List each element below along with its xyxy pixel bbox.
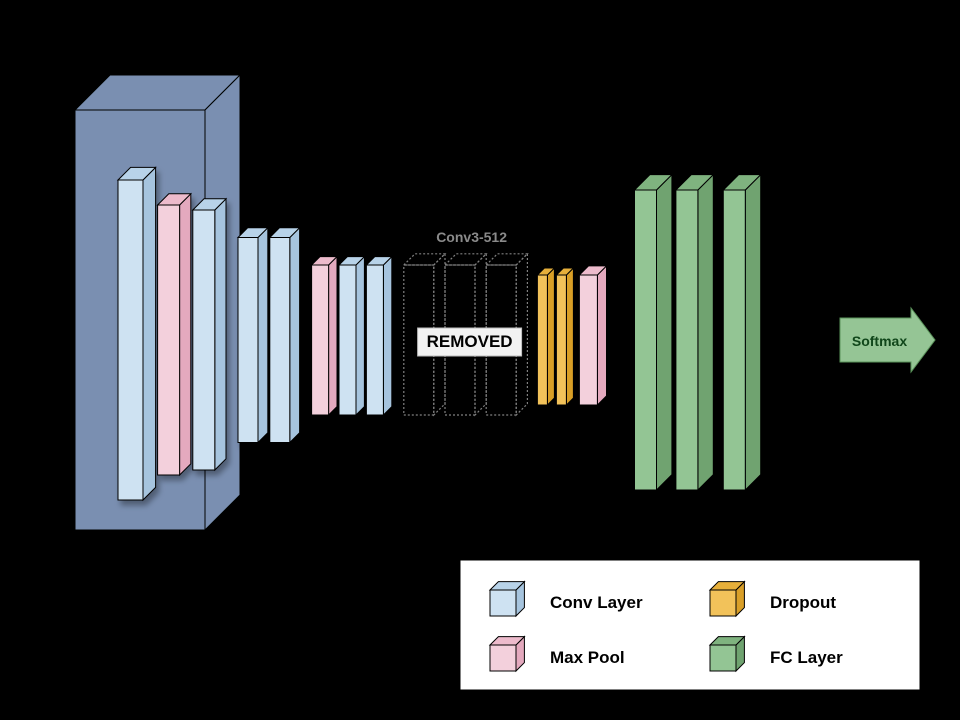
architecture-diagram: Conv3-512 REMOVED Softmax Conv Layer Dropout… <box>0 0 960 720</box>
conv-layer <box>366 257 391 415</box>
drop-layer <box>537 268 554 405</box>
svg-text:Dropout: Dropout <box>770 593 836 612</box>
legend <box>460 560 920 690</box>
pool-layer <box>579 266 606 405</box>
svg-text:REMOVED: REMOVED <box>427 332 513 351</box>
pool-layer <box>312 257 337 415</box>
drop-layer <box>556 268 573 405</box>
svg-text:Conv Layer: Conv Layer <box>550 593 643 612</box>
fc-layer <box>635 175 672 490</box>
conv-layer <box>193 199 226 470</box>
fc-layer <box>676 175 713 490</box>
conv-layer <box>339 257 364 415</box>
conv-layer <box>270 228 300 443</box>
svg-text:Max Pool: Max Pool <box>550 648 625 667</box>
svg-text:FC Layer: FC Layer <box>770 648 843 667</box>
conv-layer <box>238 228 268 443</box>
svg-text:Conv3-512: Conv3-512 <box>436 229 507 245</box>
pool-layer <box>158 194 191 475</box>
svg-text:Softmax: Softmax <box>852 333 907 349</box>
fc-layer <box>723 175 760 490</box>
conv-layer <box>118 167 156 500</box>
